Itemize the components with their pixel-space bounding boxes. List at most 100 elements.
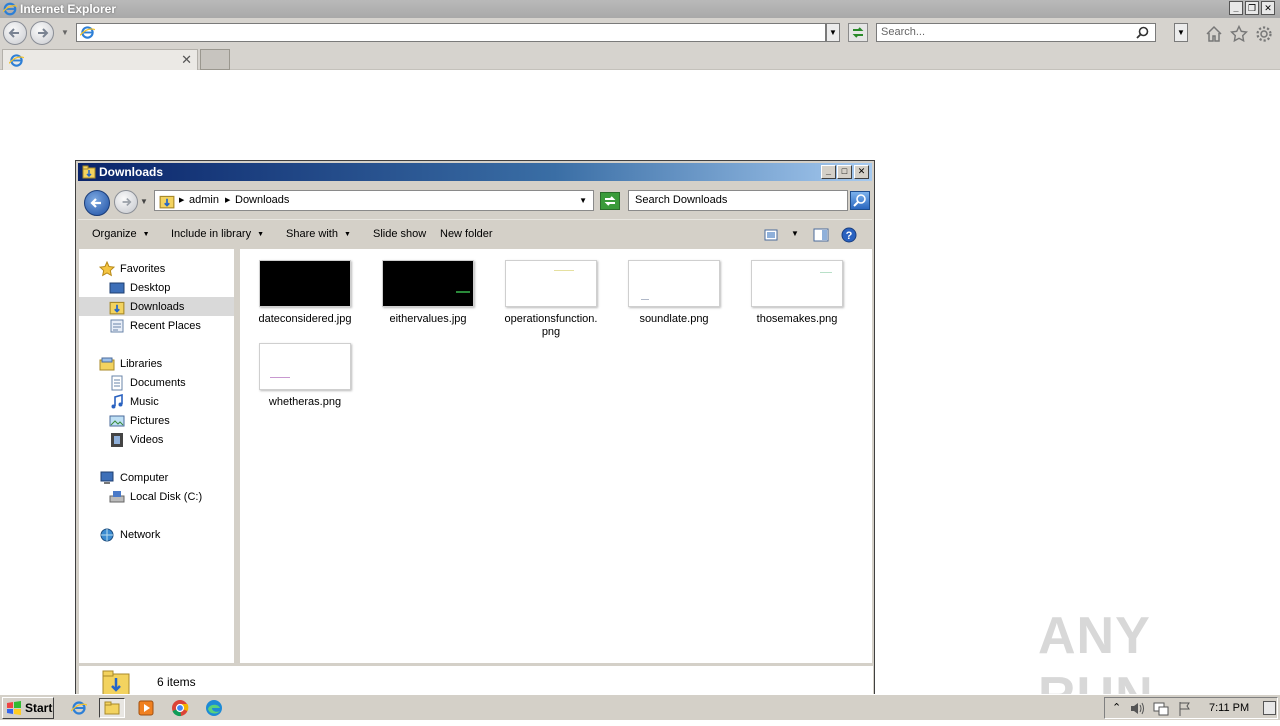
ie-minimize-button[interactable]: _	[1229, 1, 1243, 15]
tools-gear-icon[interactable]	[1255, 25, 1273, 43]
desktop-icon	[109, 282, 125, 293]
ie-search-input[interactable]: Search...	[876, 23, 1156, 42]
file-item[interactable]: whetheras.png	[245, 343, 365, 409]
nav-item-documents[interactable]: Documents	[109, 373, 186, 392]
home-icon[interactable]	[1205, 25, 1223, 43]
taskbar: Start ⌃ 7:11 PM	[0, 694, 1280, 720]
network-status-icon[interactable]	[1153, 701, 1169, 716]
explorer-address-bar: ▼ ▶ admin ▶ Downloads ▼ Search Downloads	[78, 183, 872, 217]
nav-item-desktop[interactable]: Desktop	[109, 278, 170, 297]
item-count: 6 items	[157, 675, 196, 689]
view-options-dropdown-icon[interactable]: ▼	[791, 229, 799, 238]
ie-forward-button[interactable]	[30, 21, 54, 45]
ie-title-bar: Internet Explorer _ ❐ ✕	[0, 0, 1280, 18]
volume-icon[interactable]	[1129, 701, 1145, 716]
navigation-pane: Favorites Desktop Downloads Recent Place…	[79, 249, 237, 663]
file-item[interactable]: dateconsidered.jpg	[245, 260, 365, 326]
nav-item-recent-places[interactable]: Recent Places	[109, 316, 201, 335]
nav-item-label: Videos	[130, 433, 164, 446]
recent-pages-dropdown-icon[interactable]: ▼	[61, 28, 69, 37]
organize-menu[interactable]: Organize ▼	[92, 228, 150, 240]
explorer-title-bar[interactable]: Downloads _ □ ✕	[78, 163, 872, 181]
share-with-menu[interactable]: Share with ▼	[286, 228, 351, 240]
file-thumbnail	[628, 260, 720, 307]
ie-address-bar[interactable]	[76, 23, 826, 42]
taskbar-ie-icon[interactable]	[66, 698, 92, 718]
file-name: operationsfunction. png	[504, 313, 598, 338]
nav-item-computer[interactable]: Computer	[99, 468, 168, 487]
favorites-star-icon[interactable]	[1230, 25, 1248, 43]
slide-show-button[interactable]: Slide show	[373, 228, 426, 240]
nav-item-favorites[interactable]: Favorites	[99, 259, 165, 278]
ie-refresh-button[interactable]	[848, 23, 868, 42]
ie-search-placeholder: Search...	[881, 26, 926, 38]
explorer-search-input[interactable]: Search Downloads	[628, 190, 848, 211]
address-dropdown-button[interactable]: ▼	[826, 23, 840, 42]
tab-close-icon[interactable]: ✕	[181, 52, 192, 68]
nav-item-downloads[interactable]: Downloads	[79, 297, 234, 316]
search-provider-dropdown[interactable]: ▼	[1174, 23, 1188, 42]
explorer-search-button[interactable]	[850, 191, 870, 210]
action-center-flag-icon[interactable]	[1177, 701, 1193, 716]
file-name: eithervalues.jpg	[389, 313, 467, 325]
help-icon[interactable]: ?	[841, 227, 857, 243]
show-desktop-button[interactable]	[1263, 701, 1276, 715]
file-item[interactable]: operationsfunction. png	[491, 260, 611, 339]
refresh-icon	[852, 27, 864, 38]
show-hidden-icons-icon[interactable]: ⌃	[1112, 701, 1121, 714]
explorer-maximize-button[interactable]: □	[837, 165, 852, 179]
new-tab-button[interactable]	[200, 49, 230, 70]
ie-window-title: Internet Explorer	[20, 2, 117, 16]
file-name: soundlate.png	[639, 313, 709, 325]
breadcrumb[interactable]: ▶ admin ▶ Downloads ▼	[154, 190, 594, 211]
breadcrumb-item-downloads[interactable]: Downloads	[235, 194, 289, 206]
nav-item-pictures[interactable]: Pictures	[109, 411, 170, 430]
explorer-forward-button[interactable]	[114, 190, 138, 214]
nav-item-network[interactable]: Network	[99, 525, 160, 544]
file-thumbnail	[751, 260, 843, 307]
file-item[interactable]: soundlate.png	[614, 260, 734, 326]
breadcrumb-separator-icon[interactable]: ▶	[179, 196, 184, 204]
ie-tab[interactable]: ✕	[2, 49, 198, 70]
taskbar-media-player-icon[interactable]	[133, 698, 159, 718]
taskbar-explorer-icon[interactable]	[99, 698, 125, 718]
nav-item-label: Network	[120, 528, 161, 541]
file-thumbnail	[259, 343, 351, 390]
nav-item-local-disk[interactable]: Local Disk (C:)	[109, 487, 202, 506]
breadcrumb-item-admin[interactable]: admin	[189, 194, 219, 206]
new-folder-button[interactable]: New folder	[440, 228, 493, 240]
network-icon	[100, 528, 114, 541]
breadcrumb-separator-icon[interactable]: ▶	[225, 196, 230, 204]
ie-navigation-bar: ▼ ▼ Search... ▼	[0, 18, 1280, 48]
explorer-refresh-button[interactable]	[600, 192, 620, 210]
file-item[interactable]: thosemakes.png	[737, 260, 857, 326]
start-button[interactable]: Start	[2, 697, 54, 719]
nav-item-label: Desktop	[130, 281, 171, 294]
chevron-down-icon: ▼	[142, 231, 150, 238]
documents-icon	[111, 375, 123, 390]
clock[interactable]: 7:11 PM	[1209, 702, 1249, 714]
ie-close-button[interactable]: ✕	[1261, 1, 1275, 15]
ie-restore-button[interactable]: ❐	[1245, 1, 1259, 15]
taskbar-edge-icon[interactable]	[201, 698, 227, 718]
explorer-window: Downloads _ □ ✕ ▼ ▶ admin ▶ Downloads ▼	[75, 160, 875, 696]
recent-places-icon	[110, 319, 124, 332]
nav-item-libraries[interactable]: Libraries	[99, 354, 162, 373]
file-item[interactable]: eithervalues.jpg	[368, 260, 488, 326]
svg-text:?: ?	[846, 230, 853, 242]
nav-item-music[interactable]: Music	[109, 392, 159, 411]
taskbar-chrome-icon[interactable]	[167, 698, 193, 718]
change-view-icon[interactable]	[764, 229, 778, 241]
preview-pane-icon[interactable]	[813, 228, 829, 242]
explorer-minimize-button[interactable]: _	[821, 165, 836, 179]
recent-locations-dropdown-icon[interactable]: ▼	[140, 197, 148, 206]
videos-icon	[111, 432, 123, 447]
breadcrumb-dropdown-icon[interactable]: ▼	[579, 196, 587, 205]
nav-item-videos[interactable]: Videos	[109, 430, 163, 449]
ie-logo-icon	[3, 2, 17, 16]
explorer-close-button[interactable]: ✕	[854, 165, 869, 179]
status-bar: 6 items	[79, 665, 873, 696]
explorer-back-button[interactable]	[84, 190, 110, 216]
ie-back-button[interactable]	[3, 21, 27, 45]
include-in-library-menu[interactable]: Include in library ▼	[171, 228, 264, 240]
